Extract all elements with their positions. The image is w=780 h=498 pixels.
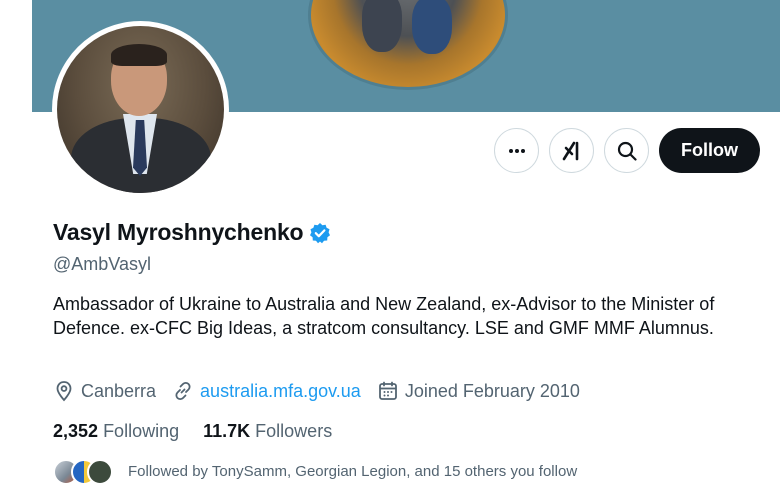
location-text: Canberra <box>81 380 157 401</box>
follow-button[interactable]: Follow <box>659 128 760 173</box>
joined-text: Joined February 2010 <box>404 380 580 401</box>
profile-name-row: Vasyl Myroshnychenko <box>53 219 331 246</box>
profile-stats: 2,352 Following 11.7K Followers <box>53 421 356 442</box>
following-label: Following <box>103 421 180 441</box>
calendar-icon <box>378 381 397 400</box>
search-button[interactable] <box>604 128 649 173</box>
banner-figure <box>362 0 402 52</box>
following-stat[interactable]: 2,352 Following <box>53 421 179 442</box>
followers-count: 11.7K <box>203 421 251 441</box>
banner-image <box>308 0 508 90</box>
profile-bio: Ambassador of Ukraine to Australia and N… <box>53 294 715 338</box>
location-pin-icon <box>56 381 72 402</box>
joined-item: Joined February 2010 <box>377 380 580 402</box>
avatar <box>87 459 113 485</box>
followed-by-avatars <box>53 458 113 485</box>
left-gutter <box>0 0 32 498</box>
following-count: 2,352 <box>53 421 99 441</box>
followed-by-row[interactable]: Followed by TonySamm, Georgian Legion, a… <box>53 458 578 485</box>
grok-button[interactable] <box>549 128 594 173</box>
more-button[interactable] <box>494 128 539 173</box>
website-link[interactable]: australia.mfa.gov.ua <box>200 381 361 402</box>
profile-handle: @AmbVasyl <box>53 254 151 274</box>
banner-figure <box>412 0 452 54</box>
website-item[interactable]: australia.mfa.gov.ua <box>172 380 361 402</box>
followers-stat[interactable]: 11.7K Followers <box>203 421 332 442</box>
search-icon <box>617 141 637 161</box>
location-item: Canberra <box>53 380 156 402</box>
ellipsis-icon <box>508 148 525 153</box>
avatar-hair <box>111 44 167 66</box>
followers-label: Followers <box>255 421 333 441</box>
profile-name: Vasyl Myroshnychenko <box>53 219 304 245</box>
avatar[interactable] <box>57 26 224 193</box>
followed-by-text: Followed by TonySamm, Georgian Legion, a… <box>128 462 578 480</box>
verified-badge-icon[interactable] <box>309 222 331 244</box>
profile-meta-row: Canberra australia.mfa.gov.ua Joined Feb… <box>53 380 596 402</box>
link-icon <box>175 381 191 401</box>
grok-icon <box>562 141 578 160</box>
